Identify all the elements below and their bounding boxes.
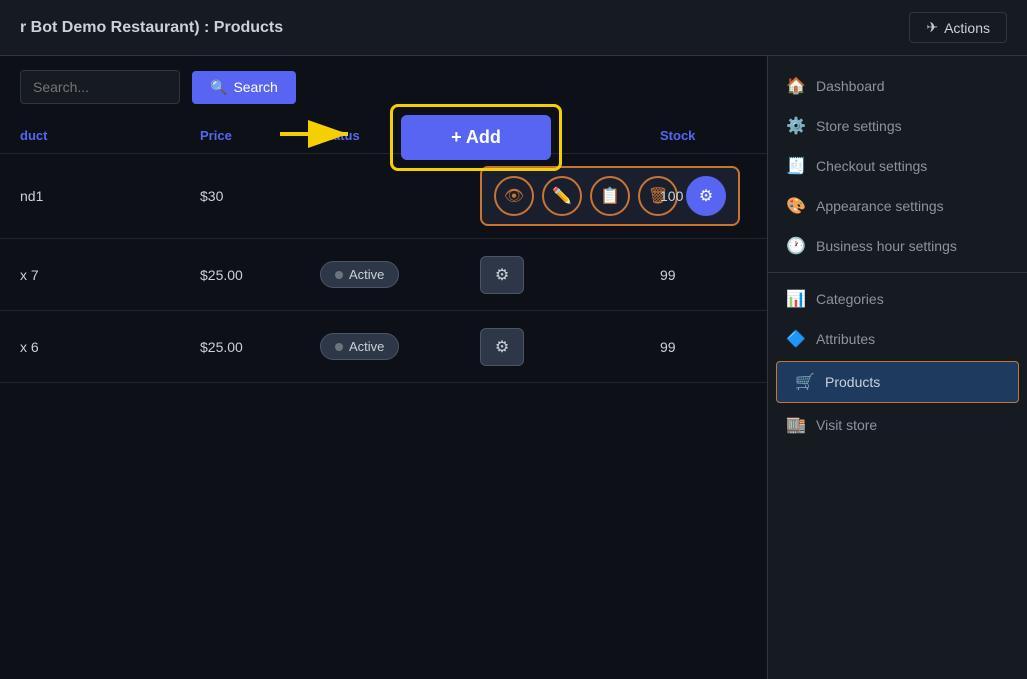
search-icon: 🔍 <box>210 79 227 96</box>
checkout-settings-icon: 🧾 <box>786 156 806 176</box>
status-dot <box>335 343 343 351</box>
view-button[interactable]: 👁 <box>494 176 534 216</box>
actions-icon: ✈ <box>926 19 938 36</box>
table-row: x 7 $25.00 Active ⚙ 99 <box>0 239 767 311</box>
sidebar-item-products[interactable]: 🛒 Products <box>776 361 1019 403</box>
search-button[interactable]: 🔍 Search <box>192 71 296 104</box>
sidebar-item-categories[interactable]: 📊 Categories <box>768 279 1027 319</box>
edit-button[interactable]: ✏️ <box>542 176 582 216</box>
row-action-button[interactable]: ⚙ <box>480 256 524 294</box>
status-label: Active <box>349 267 384 282</box>
status-dot <box>335 271 343 279</box>
sidebar: 🏠 Dashboard ⚙️ Store settings 🧾 Checkout… <box>767 56 1027 679</box>
add-button-highlight: + Add <box>390 104 562 171</box>
sidebar-item-business-hour-settings[interactable]: 🕐 Business hour settings <box>768 226 1027 266</box>
main-layout: 🔍 Search + Add duct Price <box>0 56 1027 679</box>
sidebar-item-label: Store settings <box>816 118 902 134</box>
sidebar-item-label: Attributes <box>816 331 875 347</box>
cell-price: $30 <box>200 188 320 204</box>
header: r Bot Demo Restaurant) : Products ✈ Acti… <box>0 0 1027 56</box>
business-hour-settings-icon: 🕐 <box>786 236 806 256</box>
sidebar-item-label: Appearance settings <box>816 198 944 214</box>
cell-stock: 100 <box>660 188 767 204</box>
col-header-stock: Stock <box>660 128 767 143</box>
sidebar-item-store-settings[interactable]: ⚙️ Store settings <box>768 106 1027 146</box>
page-title: r Bot Demo Restaurant) : Products <box>20 19 283 37</box>
cell-status: Active <box>320 333 480 360</box>
categories-icon: 📊 <box>786 289 806 309</box>
search-input[interactable] <box>20 70 180 104</box>
sidebar-divider <box>768 272 1027 273</box>
cell-actions: 👁 ✏️ 📋 🗑 ⚙ <box>480 166 660 226</box>
content-area: 🔍 Search + Add duct Price <box>0 56 767 679</box>
status-badge: Active <box>320 261 399 288</box>
row-action-button[interactable]: ⚙ <box>480 328 524 366</box>
table-row: x 6 $25.00 Active ⚙ 99 <box>0 311 767 383</box>
sidebar-item-checkout-settings[interactable]: 🧾 Checkout settings <box>768 146 1027 186</box>
sidebar-item-attributes[interactable]: 🔷 Attributes <box>768 319 1027 359</box>
copy-button[interactable]: 📋 <box>590 176 630 216</box>
store-settings-icon: ⚙️ <box>786 116 806 136</box>
status-badge: Active <box>320 333 399 360</box>
sidebar-item-label: Business hour settings <box>816 238 957 254</box>
cell-price: $25.00 <box>200 339 320 355</box>
arrow-icon <box>280 114 360 154</box>
status-label: Active <box>349 339 384 354</box>
sidebar-item-visit-store[interactable]: 🏬 Visit store <box>768 405 1027 445</box>
cell-price: $25.00 <box>200 267 320 283</box>
cell-actions: ⚙ <box>480 256 660 294</box>
dashboard-icon: 🏠 <box>786 76 806 96</box>
cell-product: x 6 <box>20 339 200 355</box>
appearance-settings-icon: 🎨 <box>786 196 806 216</box>
toolbar: 🔍 Search <box>0 56 767 118</box>
sidebar-item-dashboard[interactable]: 🏠 Dashboard <box>768 66 1027 106</box>
sidebar-item-label: Products <box>825 374 880 390</box>
sidebar-item-label: Visit store <box>816 417 877 433</box>
actions-button[interactable]: ✈ Actions <box>909 12 1007 43</box>
table-row: nd1 $30 👁 ✏️ 📋 🗑 ⚙ 100 <box>0 154 767 239</box>
sidebar-item-label: Categories <box>816 291 884 307</box>
cell-product: nd1 <box>20 188 200 204</box>
cell-actions: ⚙ <box>480 328 660 366</box>
attributes-icon: 🔷 <box>786 329 806 349</box>
table-body: nd1 $30 👁 ✏️ 📋 🗑 ⚙ 100 x 7 $25.00 <box>0 154 767 383</box>
cell-stock: 99 <box>660 339 767 355</box>
table-header: duct Price Status Actions Stock <box>0 118 767 154</box>
cell-status: Active <box>320 261 480 288</box>
cell-product: x 7 <box>20 267 200 283</box>
arrow-annotation <box>280 114 360 154</box>
sidebar-item-label: Dashboard <box>816 78 885 94</box>
sidebar-item-label: Checkout settings <box>816 158 927 174</box>
products-icon: 🛒 <box>795 372 815 392</box>
sidebar-item-appearance-settings[interactable]: 🎨 Appearance settings <box>768 186 1027 226</box>
add-button[interactable]: + Add <box>401 115 551 160</box>
col-header-product: duct <box>20 128 200 143</box>
visit-store-icon: 🏬 <box>786 415 806 435</box>
cell-stock: 99 <box>660 267 767 283</box>
